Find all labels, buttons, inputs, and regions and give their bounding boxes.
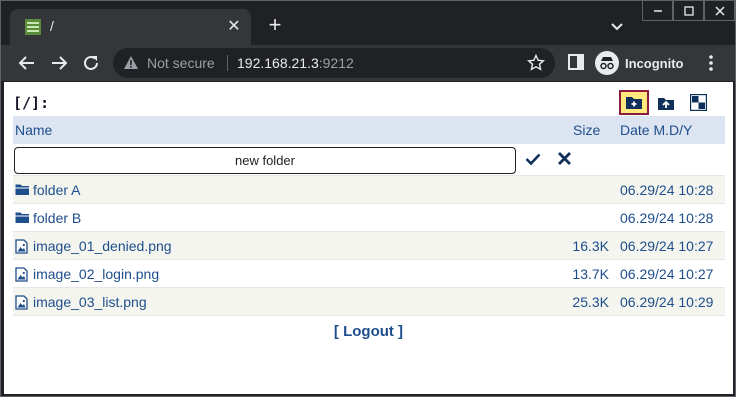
page-content: [/]: Name Size Date M.D/Y new folder fol… (4, 82, 733, 394)
new-folder-name-input[interactable] (14, 147, 516, 174)
upload-button[interactable] (651, 90, 681, 115)
select-all-button[interactable] (683, 90, 713, 115)
file-date: 06.29/24 10:27 (620, 266, 714, 282)
image-file-icon (15, 267, 28, 285)
incognito-profile-button[interactable]: Incognito (595, 49, 684, 77)
file-date: 06.29/24 10:29 (620, 294, 714, 310)
folder-row[interactable]: folder A 06.29/24 10:28 (13, 176, 725, 204)
spreadsheet-favicon-icon (25, 19, 41, 35)
star-icon[interactable] (527, 54, 545, 72)
close-icon[interactable]: ✕ (225, 18, 243, 36)
file-name-link[interactable]: image_01_denied.png (33, 238, 172, 254)
tab-title: / (50, 18, 54, 34)
browser-window: / ✕ + Not secure 192.168.21.3:9212 Incog… (0, 0, 736, 397)
chevron-down-icon[interactable] (608, 17, 626, 35)
window-controls (642, 1, 735, 21)
file-date: 06.29/24 10:28 (620, 210, 714, 226)
column-header-date[interactable]: Date M.D/Y (620, 122, 692, 138)
file-size: 25.3K (572, 294, 609, 310)
address-bar[interactable]: Not secure 192.168.21.3:9212 (113, 48, 555, 78)
divider (227, 55, 228, 71)
file-date: 06.29/24 10:28 (620, 182, 714, 198)
close-window-icon[interactable] (704, 1, 735, 21)
new-folder-icon (626, 97, 642, 109)
warning-icon[interactable] (123, 55, 139, 71)
file-date: 06.29/24 10:27 (620, 238, 714, 254)
back-icon[interactable] (15, 51, 39, 75)
new-folder-row (13, 144, 725, 176)
file-row[interactable]: image_02_login.png 13.7K 06.29/24 10:27 (13, 260, 725, 288)
file-table: Name Size Date M.D/Y folder A 06.29/24 10… (13, 116, 725, 316)
minimize-icon[interactable] (642, 1, 673, 21)
folder-icon (15, 211, 30, 227)
select-icon (689, 94, 707, 111)
x-icon[interactable] (557, 151, 572, 166)
file-name-link[interactable]: image_03_list.png (33, 294, 147, 310)
url-port: :9212 (318, 55, 354, 71)
file-size: 13.7K (572, 266, 609, 282)
folder-row[interactable]: folder B 06.29/24 10:28 (13, 204, 725, 232)
not-secure-label: Not secure (147, 55, 215, 71)
logout-link[interactable]: [ Logout ] (4, 323, 733, 340)
new-folder-button[interactable] (619, 90, 649, 115)
file-row[interactable]: image_01_denied.png 16.3K 06.29/24 10:27 (13, 232, 725, 260)
reload-icon[interactable] (79, 51, 103, 75)
browser-toolbar: Not secure 192.168.21.3:9212 Incognito (1, 45, 735, 81)
url-host: 192.168.21.3 (237, 55, 319, 71)
image-file-icon (15, 239, 28, 257)
maximize-icon[interactable] (673, 1, 704, 21)
toolbar-buttons (619, 90, 715, 115)
active-tab[interactable]: / ✕ (10, 9, 251, 46)
checkmark-icon[interactable] (525, 153, 541, 165)
table-header: Name Size Date M.D/Y (13, 116, 725, 144)
incognito-label: Incognito (625, 55, 684, 71)
current-path: [/]: (13, 94, 50, 112)
image-file-icon (15, 295, 28, 313)
file-name-link[interactable]: folder B (33, 210, 81, 226)
new-tab-button[interactable]: + (265, 14, 285, 36)
file-name-link[interactable]: image_02_login.png (33, 266, 159, 282)
forward-icon[interactable] (47, 51, 71, 75)
incognito-icon (595, 51, 619, 75)
file-size: 16.3K (572, 238, 609, 254)
menu-icon[interactable] (703, 53, 719, 73)
file-rows: folder A 06.29/24 10:28 folder B 06.29/24 1… (13, 176, 725, 316)
file-name-link[interactable]: folder A (33, 182, 80, 198)
tab-strip: / ✕ + (1, 1, 735, 46)
reading-list-icon[interactable] (567, 53, 585, 71)
url-text[interactable]: 192.168.21.3:9212 (237, 55, 354, 71)
column-header-size[interactable]: Size (573, 122, 600, 138)
upload-icon (658, 97, 674, 110)
column-header-name[interactable]: Name (15, 122, 52, 138)
folder-icon (15, 183, 30, 199)
file-row[interactable]: image_03_list.png 25.3K 06.29/24 10:29 (13, 288, 725, 316)
